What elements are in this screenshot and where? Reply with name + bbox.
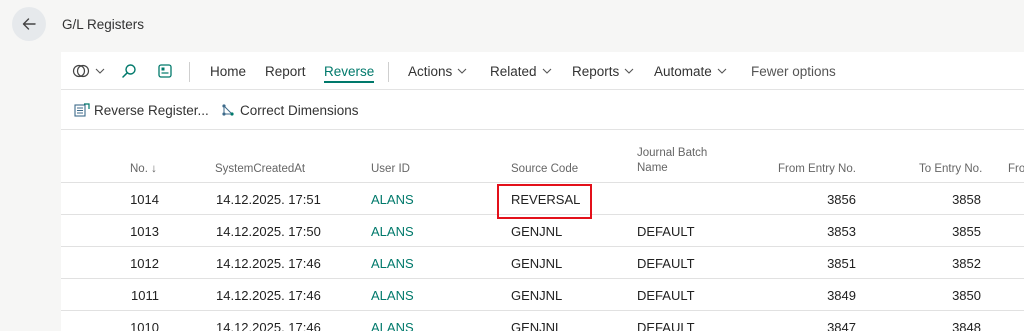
menu-reports-label: Reports [572,63,620,79]
cell-created-at: 14.12.2025. 17:51 [216,191,321,207]
cell-user-id-link[interactable]: ALANS [371,311,414,331]
fewer-options-button[interactable]: Fewer options [751,52,836,90]
table-row[interactable]: 1011 14.12.2025. 17:46 ALANS GENJNL DEFA… [61,279,1024,311]
cell-to-entry: 3850 [952,287,981,303]
cell-user-id-link[interactable]: ALANS [371,279,414,311]
chevron-down-icon [717,68,727,74]
arrow-left-icon [22,18,36,30]
chevron-down-icon [542,68,552,74]
cell-no: 1010 [130,319,159,331]
cell-to-entry: 3852 [952,255,981,271]
column-header-from-entry-no[interactable]: From Entry No. [778,162,856,177]
page-title: G/L Registers [62,17,145,32]
cell-source-code: GENJNL [511,287,563,303]
table-row[interactable]: 1013 14.12.2025. 17:50 ALANS GENJNL DEFA… [61,215,1024,247]
column-header-no[interactable]: No. ↓ [130,162,157,177]
cell-source-code: REVERSAL [511,191,581,207]
cell-from-entry: 3856 [827,191,856,207]
chevron-down-icon [624,68,634,74]
chevron-down-icon [95,68,105,74]
menu-reports[interactable]: Reports [572,52,634,90]
search-button[interactable] [121,52,137,90]
column-header-truncated[interactable]: Fro [1008,162,1024,177]
tab-home[interactable]: Home [210,52,246,90]
column-header-journal-batch-name[interactable]: Journal Batch Name [637,146,707,176]
reverse-register-icon [74,103,90,117]
cell-from-entry: 3851 [827,255,856,271]
tab-report[interactable]: Report [265,52,306,90]
dimensions-icon [220,103,236,117]
separator [189,62,190,82]
cell-created-at: 14.12.2025. 17:46 [216,319,321,331]
reverse-register-button[interactable]: Reverse Register... [74,90,209,130]
menu-automate[interactable]: Automate [654,52,727,90]
cell-user-id-link[interactable]: ALANS [371,215,414,247]
cell-source-code: GENJNL [511,319,563,331]
personalize-button[interactable] [158,52,172,90]
menu-actions[interactable]: Actions [408,52,467,90]
correct-dimensions-label: Correct Dimensions [240,102,359,118]
cell-created-at: 14.12.2025. 17:46 [216,287,321,303]
action-bar: Home Report Reverse Actions Related Repo… [61,52,1024,90]
cell-source-code: GENJNL [511,255,563,271]
table-header: No. ↓ SystemCreatedAt User ID Source Cod… [61,130,1024,183]
cell-journal-batch: DEFAULT [637,319,695,331]
cell-from-entry: 3847 [827,319,856,331]
chevron-down-icon [457,68,467,74]
view-layout-icon [72,64,90,78]
page-header: G/L Registers [0,0,1024,52]
reverse-actions-bar: Reverse Register... Correct Dimensions [61,90,1024,130]
column-header-journal-batch-line2: Name [637,162,668,174]
column-header-system-created-at[interactable]: SystemCreatedAt [215,162,305,177]
menu-related[interactable]: Related [490,52,552,90]
cell-no: 1014 [130,191,159,207]
cell-from-entry: 3849 [827,287,856,303]
column-header-source-code[interactable]: Source Code [511,162,578,177]
column-header-journal-batch-line1: Journal Batch [637,147,708,159]
menu-actions-label: Actions [408,63,453,79]
search-icon [122,64,136,78]
cell-no: 1013 [130,223,159,239]
cell-no: 1012 [130,255,159,271]
column-header-to-entry-no[interactable]: To Entry No. [919,162,982,177]
list-page-card: Home Report Reverse Actions Related Repo… [61,52,1024,331]
tab-reverse[interactable]: Reverse [324,52,375,90]
cell-from-entry: 3853 [827,223,856,239]
cell-to-entry: 3848 [952,319,981,331]
menu-related-label: Related [490,63,537,79]
tab-reverse-label: Reverse [324,63,375,79]
cell-created-at: 14.12.2025. 17:46 [216,255,321,271]
cell-created-at: 14.12.2025. 17:50 [216,223,321,239]
menu-automate-label: Automate [654,63,712,79]
active-tab-indicator [324,81,375,83]
cell-no: 1011 [131,287,159,303]
reverse-register-label: Reverse Register... [94,102,209,118]
show-as-button[interactable] [72,52,105,90]
cell-source-code: GENJNL [511,223,563,239]
cell-journal-batch: DEFAULT [637,223,695,239]
cell-to-entry: 3855 [952,223,981,239]
layout-panel-icon [158,64,172,78]
cell-journal-batch: DEFAULT [637,287,695,303]
column-header-user-id[interactable]: User ID [371,162,410,177]
cell-journal-batch: DEFAULT [637,255,695,271]
cell-user-id-link[interactable]: ALANS [371,247,414,279]
back-button[interactable] [12,7,46,41]
table-row[interactable]: 1012 14.12.2025. 17:46 ALANS GENJNL DEFA… [61,247,1024,279]
separator [388,62,389,82]
cell-to-entry: 3858 [952,191,981,207]
table-row[interactable]: 1014 14.12.2025. 17:51 ALANS REVERSAL 38… [61,183,1024,219]
correct-dimensions-button[interactable]: Correct Dimensions [220,90,359,130]
cell-user-id-link[interactable]: ALANS [371,183,414,215]
table-row[interactable]: 1010 14.12.2025. 17:46 ALANS GENJNL DEFA… [61,311,1024,331]
